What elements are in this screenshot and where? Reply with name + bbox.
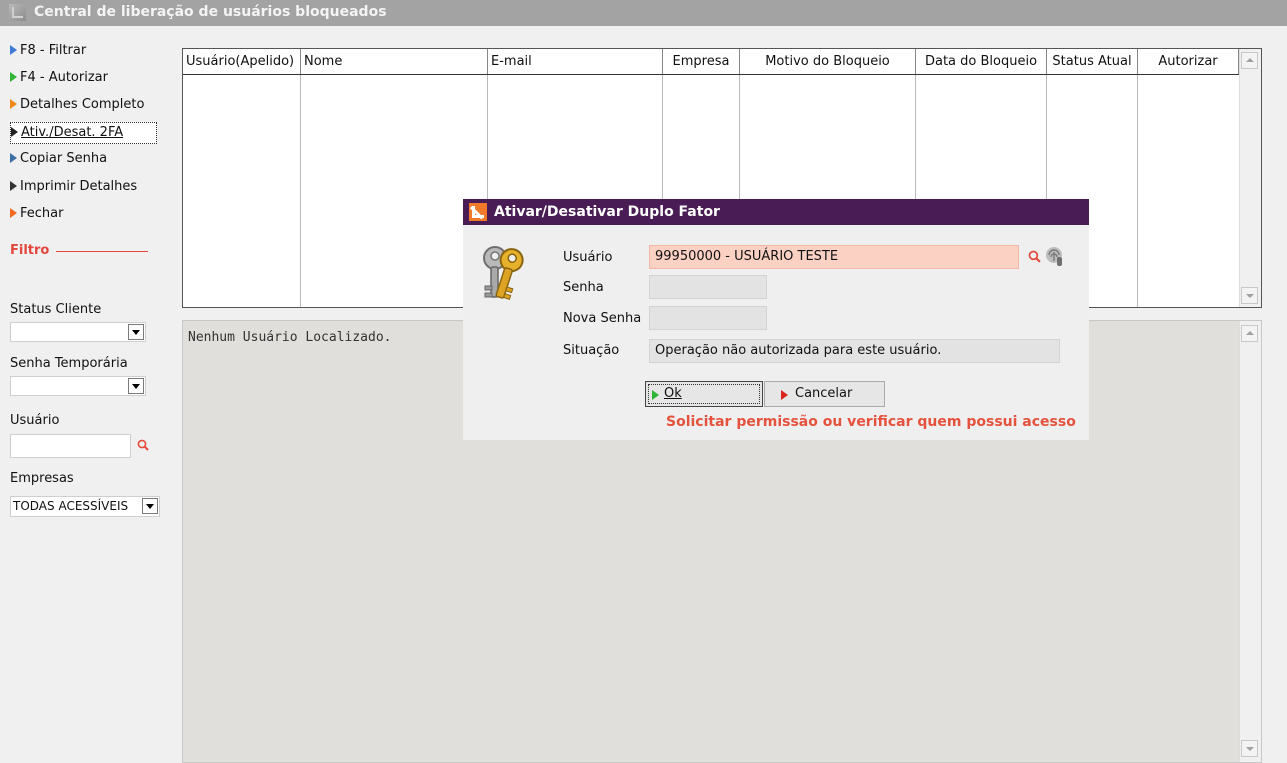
senha-temporaria-select[interactable] [10, 376, 146, 396]
permission-warning: Solicitar permissão ou verificar quem po… [666, 414, 1076, 430]
dialog-senha-label: Senha [563, 280, 604, 295]
sidebar: F8 - Filtrar F4 - Autorizar Detalhes Com… [0, 26, 160, 763]
copy-password-button-label: Copiar Senha [20, 151, 108, 166]
memo-scrollbar[interactable] [1239, 321, 1261, 762]
play-icon [10, 153, 17, 163]
authorize-button[interactable]: F4 - Autorizar [10, 67, 158, 89]
window-titlebar: Central de liberação de usuários bloquea… [0, 0, 1287, 26]
play-icon [781, 390, 788, 400]
dialog-nova-senha-field[interactable] [649, 306, 767, 330]
keys-icon [483, 246, 524, 300]
column-header-empresa[interactable]: Empresa [663, 49, 740, 74]
play-icon [11, 127, 18, 137]
dialog-usuario-value: 99950000 - USUÁRIO TESTE [655, 249, 839, 264]
filter-section-title: Filtro [10, 243, 50, 258]
usuario-filter-input[interactable] [10, 434, 131, 458]
filter-button[interactable]: F8 - Filtrar [10, 40, 158, 62]
dialog-nova-senha-label: Nova Senha [563, 311, 642, 326]
table-header: Usuário(Apelido) Nome E-mail Empresa Mot… [183, 49, 1239, 75]
cancel-button-label: Cancelar [795, 386, 853, 401]
authorize-button-label: F4 - Autorizar [20, 70, 108, 85]
play-icon [10, 72, 17, 82]
scroll-up-icon[interactable] [1241, 52, 1258, 69]
window-title: Central de liberação de usuários bloquea… [34, 4, 387, 20]
column-divider [1137, 75, 1138, 307]
column-header-status[interactable]: Status Atual [1047, 49, 1138, 74]
column-header-nome[interactable]: Nome [301, 49, 488, 74]
full-details-button[interactable]: Detalhes Completo [10, 94, 158, 116]
column-header-motivo[interactable]: Motivo do Bloqueio [740, 49, 916, 74]
dialog-title: Ativar/Desativar Duplo Fator [494, 204, 720, 220]
details-memo-text: Nenhum Usuário Localizado. [188, 330, 392, 345]
dialog-situacao-value: Operação não autorizada para este usuári… [655, 343, 942, 358]
status-cliente-label: Status Cliente [10, 302, 102, 317]
search-icon[interactable] [1028, 250, 1041, 263]
chevron-down-icon[interactable] [128, 324, 144, 340]
chevron-down-icon[interactable] [128, 378, 144, 394]
close-button-label: Fechar [20, 206, 64, 221]
column-divider [300, 75, 301, 307]
dialog-situacao-field: Operação não autorizada para este usuári… [649, 339, 1060, 363]
print-details-button-label: Imprimir Detalhes [20, 179, 138, 194]
column-header-autorizar[interactable]: Autorizar [1138, 49, 1239, 74]
senha-temporaria-label: Senha Temporária [10, 356, 128, 371]
fingerprint-icon[interactable] [1045, 245, 1065, 267]
ok-button-label: Ok [664, 386, 682, 401]
table-scrollbar[interactable] [1239, 49, 1261, 307]
filter-button-label: F8 - Filtrar [20, 43, 87, 58]
search-icon[interactable] [137, 439, 149, 451]
play-icon [10, 181, 17, 191]
print-details-button[interactable]: Imprimir Detalhes [10, 176, 158, 198]
ok-button[interactable]: Ok [645, 381, 763, 407]
empresas-label: Empresas [10, 471, 74, 486]
column-header-data[interactable]: Data do Bloqueio [916, 49, 1047, 74]
usuario-filter-label: Usuário [10, 413, 60, 428]
full-details-button-label: Detalhes Completo [20, 97, 145, 112]
dialog-senha-field[interactable] [649, 275, 767, 299]
play-icon [10, 45, 17, 55]
scroll-down-icon[interactable] [1241, 287, 1258, 304]
empresas-select[interactable]: TODAS ACESSÍVEIS [10, 496, 160, 517]
app-logo-icon [9, 4, 26, 21]
column-header-usuario[interactable]: Usuário(Apelido) [183, 49, 301, 74]
scroll-up-icon[interactable] [1241, 325, 1258, 342]
two-factor-dialog: Ativar/Desativar Duplo Fator Usuário 999… [463, 199, 1089, 440]
toggle-2fa-button-label: Ativ./Desat. 2FA [21, 125, 124, 140]
play-icon [10, 208, 17, 218]
scroll-down-icon[interactable] [1241, 740, 1258, 757]
play-icon [652, 390, 659, 400]
play-icon [10, 99, 17, 109]
filter-divider [56, 251, 148, 252]
cancel-button[interactable]: Cancelar [764, 381, 885, 407]
close-button[interactable]: Fechar [10, 203, 158, 225]
app-logo-icon [469, 203, 487, 221]
empresas-value: TODAS ACESSÍVEIS [13, 499, 129, 513]
toggle-2fa-button[interactable]: Ativ./Desat. 2FA [10, 122, 157, 144]
dialog-titlebar: Ativar/Desativar Duplo Fator [463, 199, 1089, 225]
copy-password-button[interactable]: Copiar Senha [10, 148, 158, 170]
column-header-email[interactable]: E-mail [488, 49, 663, 74]
chevron-down-icon[interactable] [142, 498, 158, 514]
status-cliente-select[interactable] [10, 322, 146, 342]
dialog-situacao-label: Situação [563, 343, 620, 358]
dialog-usuario-field[interactable]: 99950000 - USUÁRIO TESTE [649, 245, 1019, 269]
dialog-usuario-label: Usuário [563, 250, 613, 265]
